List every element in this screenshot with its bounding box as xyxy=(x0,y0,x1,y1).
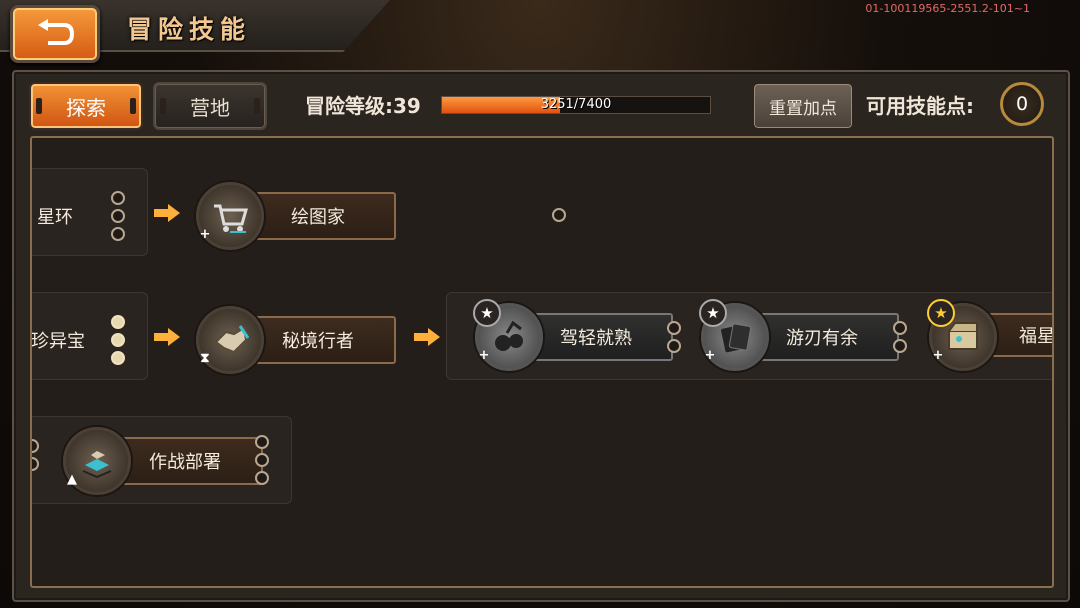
skill-label-partial: 星环 xyxy=(37,207,73,228)
exp-progress-text: 3251/7400 xyxy=(540,97,612,112)
connector-knob xyxy=(667,321,681,335)
connector-knob xyxy=(32,439,39,453)
cart-icon xyxy=(214,204,248,233)
plus-icon: + xyxy=(478,348,490,363)
skill-tree[interactable]: 星环 绘图家 + 珍异宝 秘境行者 ⧗ 驾轻就熟 ★ + 游刃有余 ★ + 福星… xyxy=(30,136,1054,588)
skill-group-row2-right: 驾轻就熟 ★ + 游刃有余 ★ + 福星 ★ + xyxy=(446,292,1052,380)
connector-knob xyxy=(111,351,125,365)
blocks-icon xyxy=(82,451,112,479)
arrow-right-icon xyxy=(154,328,180,346)
back-button[interactable] xyxy=(10,5,100,63)
version-text: 01-100119565-2551.2-101~1 xyxy=(865,2,1030,15)
connector-knob xyxy=(111,191,125,205)
star-icon: ★ xyxy=(699,299,727,327)
back-arrow-icon xyxy=(38,19,75,45)
reset-points-button[interactable]: 重置加点 xyxy=(752,82,854,130)
tab-camp[interactable]: 营地 xyxy=(153,82,267,130)
skill-node-masterful[interactable]: 游刃有余 ★ + xyxy=(699,299,907,371)
skill-group-row3: 作战部署 ▲ xyxy=(32,416,292,504)
level-up-icon: ▲ xyxy=(67,472,77,487)
handshake-icon xyxy=(214,325,250,354)
page-title: 冒险技能 xyxy=(127,15,252,44)
adventure-level-label: 冒险等级:39 xyxy=(305,94,421,118)
connector-knob xyxy=(893,321,907,335)
connector-knob xyxy=(111,209,125,223)
skill-group-row2-left: 珍异宝 xyxy=(31,292,148,380)
top-bar: 冒险技能 01-100119565-2551.2-101~1 xyxy=(0,0,1080,64)
connector-knob xyxy=(255,453,269,467)
tab-explore[interactable]: 探索 xyxy=(29,82,143,130)
connector-knob xyxy=(255,435,269,449)
connector-knob xyxy=(111,227,125,241)
skill-node-deployment[interactable]: 作战部署 ▲ xyxy=(63,427,283,495)
arrow-right-icon xyxy=(414,328,440,346)
skill-label-partial: 珍异宝 xyxy=(31,331,85,352)
skill-node-cartographer[interactable]: 绘图家 + xyxy=(196,182,566,250)
connector-knob xyxy=(667,339,681,353)
skill-node-proficient[interactable]: 驾轻就熟 ★ + xyxy=(473,299,681,371)
connector-knob xyxy=(111,333,125,347)
connector-knob xyxy=(893,339,907,353)
skill-node-lucky-star[interactable]: 福星 ★ + xyxy=(927,299,1052,371)
star-icon: ★ xyxy=(927,299,955,327)
star-icon: ★ xyxy=(473,299,501,327)
plus-icon: + xyxy=(932,348,944,363)
available-points-label: 可用技能点: xyxy=(866,94,974,118)
skill-group-row1-left: 星环 xyxy=(32,168,148,256)
plus-icon: + xyxy=(704,348,716,363)
exp-progress-bar: 3251/7400 xyxy=(441,96,711,114)
connector-knob xyxy=(111,315,125,329)
arrow-right-icon xyxy=(154,204,180,222)
hourglass-icon: ⧗ xyxy=(200,351,210,366)
connector-knob xyxy=(32,457,39,471)
connector-knob xyxy=(255,471,269,485)
connector-knob xyxy=(552,208,566,222)
plus-icon: + xyxy=(199,227,211,242)
available-points-value: 0 xyxy=(1000,82,1044,126)
skill-node-secret-walker[interactable]: 秘境行者 ⧗ xyxy=(196,306,566,374)
